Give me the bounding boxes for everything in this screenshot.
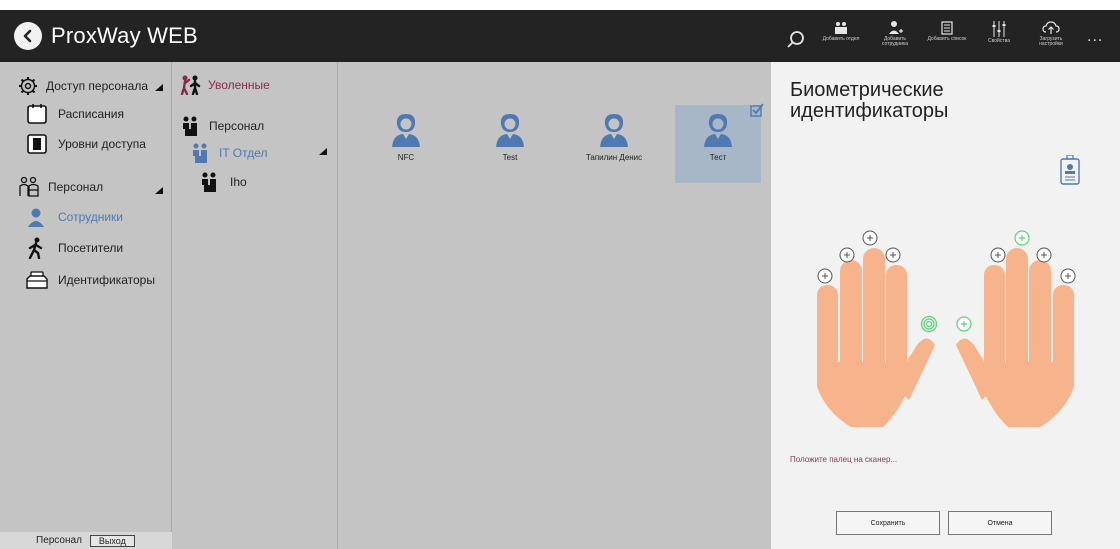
sidebar-item-visitors[interactable]: Посетители xyxy=(26,237,123,259)
calendar-icon xyxy=(26,103,48,125)
add-dept-button[interactable]: Добавить отдел xyxy=(820,20,862,42)
collapse-triangle-icon[interactable] xyxy=(319,148,327,155)
tree-item-iho-label: Iho xyxy=(230,175,247,189)
upload-settings-button[interactable]: Загрузить настройки xyxy=(1030,20,1072,47)
tree-item-fired[interactable]: Уволенные xyxy=(180,75,270,95)
card-tray-icon xyxy=(26,270,48,290)
add-employee-button[interactable]: Добавить сотрудника xyxy=(874,20,916,47)
tree-item-personnel[interactable]: Персонал xyxy=(181,115,264,137)
employee-name: NFC xyxy=(397,153,415,162)
top-bar: ProxWay WEB Добавить отдел Добавить сотр… xyxy=(0,10,1120,62)
gear-icon xyxy=(18,76,38,96)
add-list-button[interactable]: Добавить список xyxy=(926,20,968,42)
tree-item-iho[interactable]: Iho xyxy=(200,171,247,193)
sidebar-item-employees-label: Сотрудники xyxy=(58,210,123,224)
add-list-icon xyxy=(941,21,953,35)
add-dept-label: Добавить отдел xyxy=(822,36,860,42)
sidebar-item-employees[interactable]: Сотрудники xyxy=(26,207,123,227)
people-icon xyxy=(191,142,211,164)
employee-name: Тапилин Денис xyxy=(585,153,643,162)
sidebar-item-access[interactable]: Доступ персонала xyxy=(18,76,148,96)
sidebar-item-access-label: Доступ персонала xyxy=(46,79,149,93)
people-icon xyxy=(181,115,201,137)
sidebar-item-schedules[interactable]: Расписания xyxy=(26,103,124,125)
sidebar-item-access-levels-label: Уровни доступа xyxy=(58,137,146,151)
search-icon[interactable] xyxy=(786,30,806,55)
sidebar-item-access-levels[interactable]: Уровни доступа xyxy=(26,133,146,155)
exit-button[interactable]: Выход xyxy=(89,534,135,547)
people-outline-icon xyxy=(18,176,40,198)
brand: ProxWay WEB xyxy=(14,22,198,50)
add-dept-icon xyxy=(835,22,847,34)
fingerprint-icon xyxy=(920,315,938,333)
sidebar-item-visitors-label: Посетители xyxy=(58,241,124,255)
add-employee-icon xyxy=(889,21,903,34)
tree-item-it-dept-label: IT Отдел xyxy=(219,146,268,160)
properties-button[interactable]: Свойства xyxy=(978,20,1020,44)
people-icon xyxy=(200,171,220,193)
cancel-button[interactable]: Отмена xyxy=(948,511,1052,535)
save-button[interactable]: Сохранить xyxy=(836,511,940,535)
employee-avatar-icon xyxy=(600,114,628,147)
employee-card-selected[interactable]: Тест xyxy=(675,105,761,183)
checkbox-checked-icon[interactable] xyxy=(750,103,764,122)
more-menu-button[interactable]: ... xyxy=(1087,28,1103,46)
sidebar-item-personnel-label: Персонал xyxy=(48,180,104,194)
employee-name: Test xyxy=(502,153,518,162)
footer-label: Персонал xyxy=(36,535,82,546)
employee-name: Тест xyxy=(709,153,727,162)
sidebar-item-personnel[interactable]: Персонал xyxy=(18,176,103,198)
sliders-icon xyxy=(992,21,1006,37)
hands-diagram xyxy=(817,230,1076,427)
add-employee-label: Добавить сотрудника xyxy=(881,36,909,47)
add-list-label: Добавить список xyxy=(927,36,967,42)
sidebar-item-schedules-label: Расписания xyxy=(58,107,124,121)
properties-label: Свойства xyxy=(988,38,1010,44)
scanner-status-text: Положите палец на сканер... xyxy=(790,455,898,464)
collapse-triangle-icon[interactable] xyxy=(155,84,163,91)
employee-card[interactable]: Тапилин Денис xyxy=(571,105,657,183)
employee-avatar-icon xyxy=(704,114,732,147)
app-title: ProxWay WEB xyxy=(51,23,198,48)
person-icon xyxy=(26,207,46,227)
employee-card[interactable]: NFC xyxy=(363,105,449,183)
walking-person-icon xyxy=(26,237,46,259)
sidebar-item-identifiers-label: Идентификаторы xyxy=(58,273,155,287)
tree-item-fired-label: Уволенные xyxy=(208,78,270,92)
door-icon xyxy=(26,133,48,155)
employee-avatar-icon xyxy=(496,114,524,147)
dismissed-people-icon xyxy=(180,75,202,95)
upload-settings-label: Загрузить настройки xyxy=(1039,36,1063,47)
right-hand xyxy=(956,248,1074,427)
tree-item-personnel-label: Персонал xyxy=(209,119,265,133)
employee-avatar-icon xyxy=(392,114,420,147)
left-hand xyxy=(817,248,935,427)
cloud-upload-icon xyxy=(1042,21,1060,34)
employee-card[interactable]: Test xyxy=(467,105,553,183)
collapse-triangle-icon[interactable] xyxy=(155,187,163,194)
tree-item-it-dept[interactable]: IT Отдел xyxy=(191,142,268,164)
sidebar-item-identifiers[interactable]: Идентификаторы xyxy=(26,270,155,290)
back-icon[interactable] xyxy=(14,22,42,50)
sidebar-footer: Персонал Выход xyxy=(0,532,172,549)
